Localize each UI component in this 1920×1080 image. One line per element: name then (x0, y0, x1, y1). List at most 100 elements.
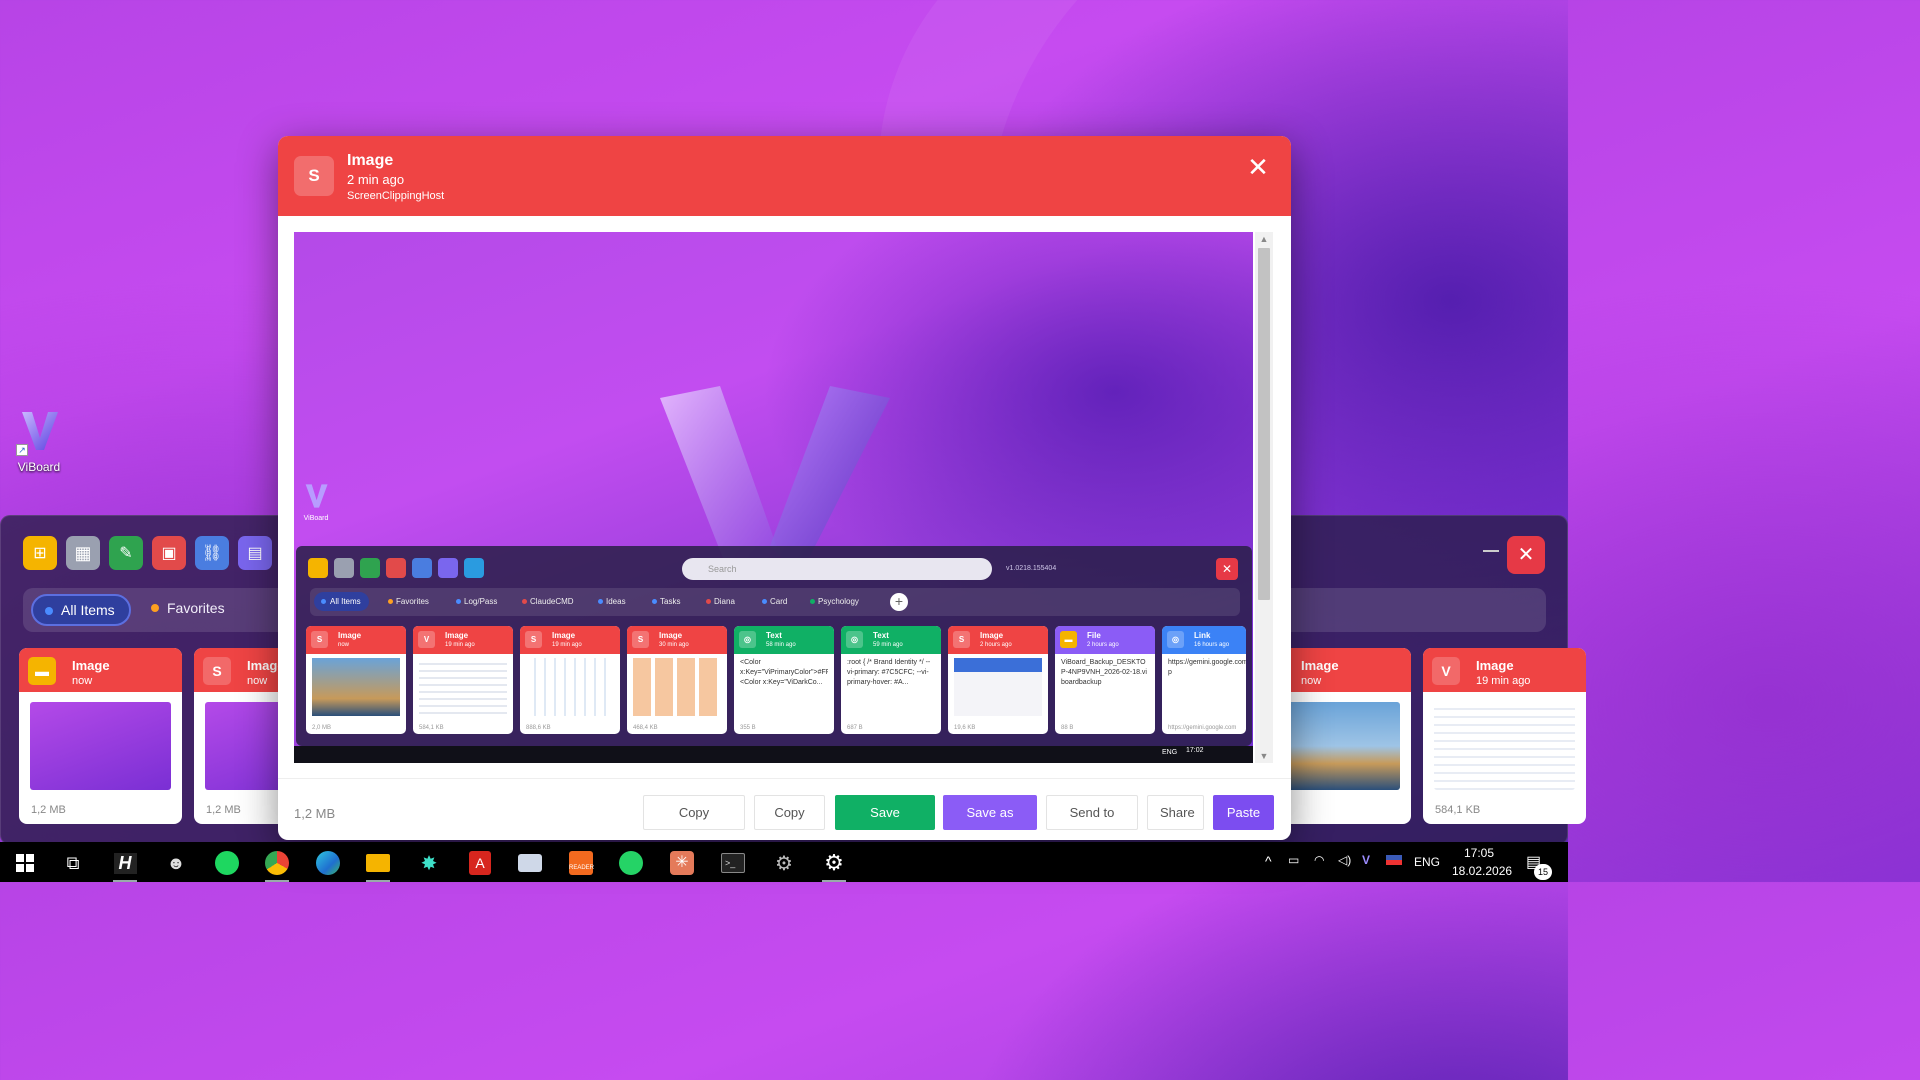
card-thumbnail (30, 702, 171, 790)
desktop-icon-label: ViBoard (17, 460, 61, 474)
preview-desktop-label: ViBoard (303, 515, 329, 522)
share-button[interactable]: Share (1147, 795, 1204, 830)
reader-icon[interactable]: READER (561, 848, 601, 878)
send-to-app-button[interactable]: Send to App (1046, 795, 1138, 840)
tray-chevron-up-icon[interactable]: ^ (1265, 853, 1272, 869)
card-size: 1,2 MB (31, 804, 66, 816)
scrollbar-thumb[interactable] (1258, 248, 1270, 600)
copy-all-button[interactable]: Copy All (754, 795, 825, 840)
settings-gear-icon[interactable]: ⚙ (814, 848, 854, 882)
claude-icon[interactable]: ✳ (662, 848, 702, 878)
openai-icon[interactable]: ⚙ (764, 848, 804, 878)
flag-icon[interactable] (1386, 855, 1402, 865)
task-view-icon[interactable]: ⧉ (53, 848, 93, 878)
windows-taskbar: ⧉ H ☻ ✸ A READER ✳ >_ ⚙ ⚙ ^ ▭ ◠ ◁) V ENG… (0, 842, 1568, 882)
notification-count-badge: 15 (1534, 864, 1552, 880)
tab-all-items[interactable]: All Items (31, 594, 131, 626)
preview-card: S Image now 2,0 MB (306, 626, 406, 734)
preview-card: S Image 30 min ago 468,4 KB (627, 626, 727, 734)
preview-tab: Tasks (652, 597, 680, 606)
preview-taskbar: ENG 17:02 (294, 746, 1253, 763)
scanner-icon[interactable] (510, 848, 550, 878)
card-size: 584,1 KB (1435, 804, 1481, 816)
edge-icon[interactable] (308, 848, 348, 878)
file-size-label: 1,2 MB (294, 806, 336, 821)
card-time: 19 min ago (1476, 675, 1531, 687)
preview-tab: ClaudeCMD (522, 597, 574, 606)
grid-icon[interactable]: ▦ (66, 536, 100, 570)
preview-tab: Favorites (388, 597, 429, 606)
volume-icon[interactable]: ◁) (1338, 853, 1351, 867)
preview-tab: Card (762, 597, 787, 606)
close-button[interactable]: ✕ (1507, 536, 1545, 574)
card-time: now (247, 675, 268, 687)
text-edit-icon[interactable]: ✎ (109, 536, 143, 570)
viboard-logo-icon (305, 484, 328, 508)
preview-card: S Image 19 min ago 888,6 KB (520, 626, 620, 734)
language-indicator[interactable]: ENG (1414, 855, 1440, 869)
preview-toolbar (308, 558, 484, 578)
preview-tab: All Items (314, 592, 369, 611)
incognito-icon[interactable]: ☻ (156, 848, 196, 878)
preview-card: ◎ Text 59 min ago :root { /* Brand Identit… (841, 626, 941, 734)
link-icon[interactable]: ⛓ (195, 536, 229, 570)
card-title: Image (72, 658, 110, 673)
image-preview[interactable]: ViBoard Search v1.0218.155404 ✕ All Item… (294, 232, 1253, 763)
chrome-icon[interactable] (257, 848, 297, 882)
board-icon[interactable]: ⊞ (23, 536, 57, 570)
preview-tab: Diana (706, 597, 735, 606)
scroll-up-icon[interactable]: ▲ (1258, 234, 1270, 244)
toolbar: ⊞ ▦ ✎ ▣ ⛓ ▤ (23, 536, 272, 570)
bug-app-icon[interactable]: ✸ (409, 848, 449, 878)
dialog-header: S Image 2 min ago ScreenClippingHost ✕ (278, 136, 1291, 216)
start-windows-icon[interactable] (5, 848, 45, 878)
tab-favorites[interactable]: Favorites (151, 600, 225, 616)
copy-selected-button[interactable]: Copy Selected (643, 795, 745, 840)
battery-icon[interactable]: ▭ (1288, 853, 1299, 867)
shortcut-arrow-icon: ↗ (16, 444, 28, 456)
card-thumbnail (1434, 702, 1575, 790)
document-icon[interactable]: ▤ (238, 536, 272, 570)
preview-card: S Image 2 hours ago 19,6 KB (948, 626, 1048, 734)
preview-desktop-shortcut: ViBoard (302, 482, 330, 522)
dialog-title: Image (347, 152, 394, 169)
minimize-button[interactable] (1483, 550, 1499, 552)
clip-card[interactable]: V Image 19 min ago 584,1 KB (1423, 648, 1586, 824)
paste-button[interactable]: Paste (1213, 795, 1274, 830)
clip-card[interactable]: ▬ Image now 1,2 MB (19, 648, 182, 824)
preview-card: ▬ File 2 hours ago ViBoard_Backup_DESKTOP-… (1055, 626, 1155, 734)
card-header: V Image 19 min ago (1423, 648, 1586, 692)
viboard-tray-icon[interactable]: V (1362, 853, 1370, 867)
preview-tabs: All Items Favorites Log/Pass ClaudeCMD I… (310, 588, 1240, 616)
save-as-new-button[interactable]: Save as New (943, 795, 1037, 840)
viboard-avatar-icon: V (1432, 657, 1460, 685)
folder-icon: ▬ (28, 657, 56, 685)
h-app-icon[interactable]: H (105, 848, 145, 882)
card-size: 1,2 MB (206, 804, 241, 816)
clock-date[interactable]: 18.02.2026 (1452, 864, 1512, 878)
preview-scrollbar[interactable]: ▲ ▼ (1255, 232, 1273, 763)
preview-version: v1.0218.155404 (1006, 565, 1057, 572)
close-icon[interactable]: ✕ (1245, 154, 1271, 180)
file-explorer-icon[interactable] (358, 848, 398, 882)
save-changes-button[interactable]: Save Changes (835, 795, 935, 840)
terminal-icon[interactable]: >_ (713, 848, 753, 878)
desktop-shortcut-viboard[interactable]: ↗ ViBoard (10, 408, 68, 474)
wifi-icon[interactable]: ◠ (1314, 853, 1324, 867)
card-avatar: S (203, 657, 231, 685)
preview-tab: Psychology (810, 597, 859, 606)
clock-time[interactable]: 17:05 (1464, 846, 1494, 860)
image-icon[interactable]: ▣ (152, 536, 186, 570)
dialog-time: 2 min ago (347, 172, 405, 187)
card-time: now (1301, 675, 1322, 687)
spotify-icon[interactable] (207, 848, 247, 878)
preview-search-input: Search (682, 558, 992, 580)
preview-tab: Ideas (598, 597, 626, 606)
scroll-down-icon[interactable]: ▼ (1258, 751, 1270, 761)
dialog-footer: 1,2 MB Copy Selected Copy All Save Chang… (278, 778, 1291, 840)
acrobat-icon[interactable]: A (460, 848, 500, 878)
image-preview-dialog: S Image 2 min ago ScreenClippingHost ✕ V… (278, 136, 1291, 840)
viboard-logo-icon: ↗ (16, 408, 62, 456)
card-title: Image (1301, 658, 1339, 673)
whatsapp-icon[interactable] (611, 848, 651, 878)
